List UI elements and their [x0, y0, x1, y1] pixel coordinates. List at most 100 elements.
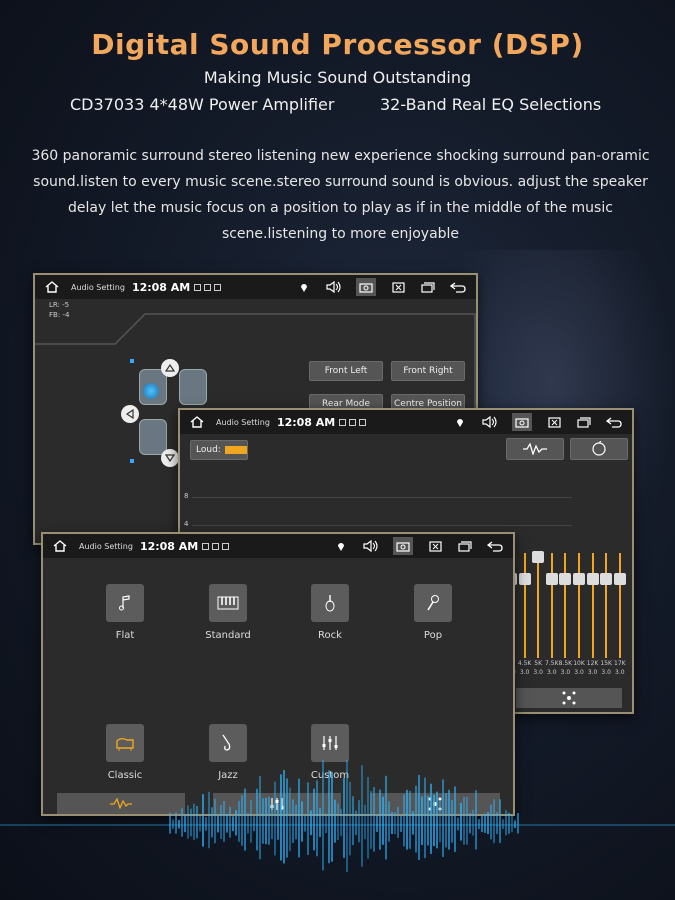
- preset-standard[interactable]: Standard: [188, 584, 268, 641]
- microphone-icon: [414, 584, 452, 622]
- page-title: Digital Sound Processor (DSP): [91, 28, 584, 61]
- eq-band-knob[interactable]: [545, 573, 558, 585]
- eq-band-gain: 3.0: [615, 669, 625, 676]
- back-icon[interactable]: [487, 538, 503, 554]
- screenshot-icon[interactable]: [356, 278, 376, 296]
- notification-icons: [339, 418, 367, 426]
- app-name: Audio Setting: [79, 541, 133, 551]
- eq-waveform-button[interactable]: [506, 438, 564, 460]
- close-app-icon[interactable]: [390, 279, 406, 295]
- volume-icon[interactable]: [326, 279, 342, 295]
- eq-band-slider[interactable]: 15K 3.0: [600, 545, 613, 677]
- eq-band-knob[interactable]: [573, 573, 585, 585]
- eq-band-track: [591, 553, 594, 658]
- loud-toggle[interactable]: Loud:: [190, 440, 248, 460]
- eq-band-knob[interactable]: [613, 573, 626, 585]
- close-app-icon[interactable]: [546, 414, 562, 430]
- status-bar: Audio Setting 12:08 AM: [43, 534, 513, 558]
- eq-band-knob[interactable]: [532, 551, 545, 563]
- scale-mid: 4: [184, 520, 189, 528]
- volume-icon[interactable]: [482, 414, 498, 430]
- waveform-icon: [523, 443, 547, 455]
- screenshot-icon[interactable]: [393, 537, 413, 555]
- feature-eq: 32-Band Real EQ Selections: [380, 95, 602, 114]
- preset-label: Standard: [205, 630, 251, 641]
- sound-wave-decoration: [0, 760, 675, 873]
- surround-icon: [562, 691, 576, 705]
- location-icon: [333, 538, 349, 554]
- seat-front-right-icon[interactable]: [179, 369, 207, 405]
- sliders-icon: [311, 724, 349, 762]
- home-icon[interactable]: [49, 535, 71, 557]
- eq-band-track: [537, 553, 540, 658]
- corner-dot-icon: [130, 359, 134, 363]
- preset-label: Flat: [115, 630, 135, 641]
- description: 360 panoramic surround stereo listening …: [31, 148, 650, 242]
- loud-switch-icon: [224, 446, 247, 454]
- corner-dot-icon: [130, 459, 134, 463]
- multiwindow-icon[interactable]: [420, 279, 436, 295]
- front-left-button[interactable]: Front Left: [309, 361, 383, 381]
- eq-bottom-button[interactable]: [516, 688, 622, 708]
- multiwindow-icon[interactable]: [576, 414, 592, 430]
- arrow-down-button[interactable]: [161, 449, 179, 467]
- eq-band-knob[interactable]: [559, 573, 572, 585]
- status-bar: Audio Setting 12:08 AM: [180, 410, 632, 434]
- home-icon[interactable]: [186, 411, 208, 433]
- eq-band-track: [523, 553, 526, 658]
- status-bar: Audio Setting 12:08 AM: [35, 275, 476, 299]
- clock: 12:08 AM: [276, 415, 336, 429]
- piano-classic-icon: [106, 724, 144, 762]
- clock: 12:08 AM: [131, 280, 191, 294]
- app-name: Audio Setting: [216, 417, 270, 427]
- eq-grid-line: [192, 497, 572, 498]
- eq-band-slider[interactable]: 5K 3.0: [532, 545, 545, 677]
- eq-band-track: [550, 553, 553, 658]
- eq-band-knob[interactable]: [600, 573, 613, 585]
- eq-sliders: K3.04.5K3.05K3.07.5K3.08.5K3.010K3.012K3…: [505, 545, 630, 677]
- home-icon[interactable]: [41, 276, 63, 298]
- preset-flat[interactable]: Flat: [85, 584, 165, 641]
- eq-band-slider[interactable]: 17K 3.0: [613, 545, 626, 677]
- music-note-icon: [106, 584, 144, 622]
- volume-icon[interactable]: [363, 538, 379, 554]
- reset-icon: [592, 441, 606, 456]
- seat-rear-left-icon[interactable]: [139, 419, 167, 455]
- eq-band-knob[interactable]: [518, 573, 531, 585]
- guitar-icon: [311, 584, 349, 622]
- piano-icon: [209, 584, 247, 622]
- eq-band-knob[interactable]: [586, 573, 599, 585]
- close-app-icon[interactable]: [427, 538, 443, 554]
- app-name: Audio Setting: [71, 282, 125, 292]
- multiwindow-icon[interactable]: [457, 538, 473, 554]
- eq-band-slider[interactable]: 7.5K 3.0: [545, 545, 559, 677]
- eq-band-slider[interactable]: 10K 3.0: [573, 545, 585, 677]
- location-icon: [452, 414, 468, 430]
- focus-point-icon: [143, 383, 159, 399]
- page-subtitle: Making Music Sound Outstanding: [203, 68, 472, 87]
- scale-top: 8: [184, 492, 189, 500]
- arrow-up-button[interactable]: [161, 359, 179, 377]
- back-icon[interactable]: [606, 414, 622, 430]
- preset-pop[interactable]: Pop: [393, 584, 473, 641]
- eq-band-slider[interactable]: 8.5K 3.0: [559, 545, 572, 677]
- saxophone-icon: [209, 724, 247, 762]
- eq-band-track: [605, 553, 608, 658]
- screenshot-icon[interactable]: [512, 413, 532, 431]
- eq-reset-button[interactable]: [570, 438, 628, 460]
- feature-amplifier: CD37033 4*48W Power Amplifier: [70, 95, 335, 114]
- location-icon: [296, 279, 312, 295]
- eq-grid-line: [192, 525, 572, 526]
- preset-label: Pop: [423, 630, 443, 641]
- eq-band-track: [578, 553, 580, 658]
- eq-band-slider[interactable]: 12K 3.0: [586, 545, 599, 677]
- eq-band-track: [564, 553, 567, 658]
- notification-icons: [194, 283, 222, 291]
- clock: 12:08 AM: [139, 539, 199, 553]
- back-icon[interactable]: [450, 279, 466, 295]
- arrow-left-button[interactable]: [121, 405, 139, 423]
- loud-label: Loud:: [196, 445, 221, 455]
- eq-band-slider[interactable]: 4.5K 3.0: [518, 545, 531, 677]
- front-right-button[interactable]: Front Right: [391, 361, 465, 381]
- preset-rock[interactable]: Rock: [290, 584, 370, 641]
